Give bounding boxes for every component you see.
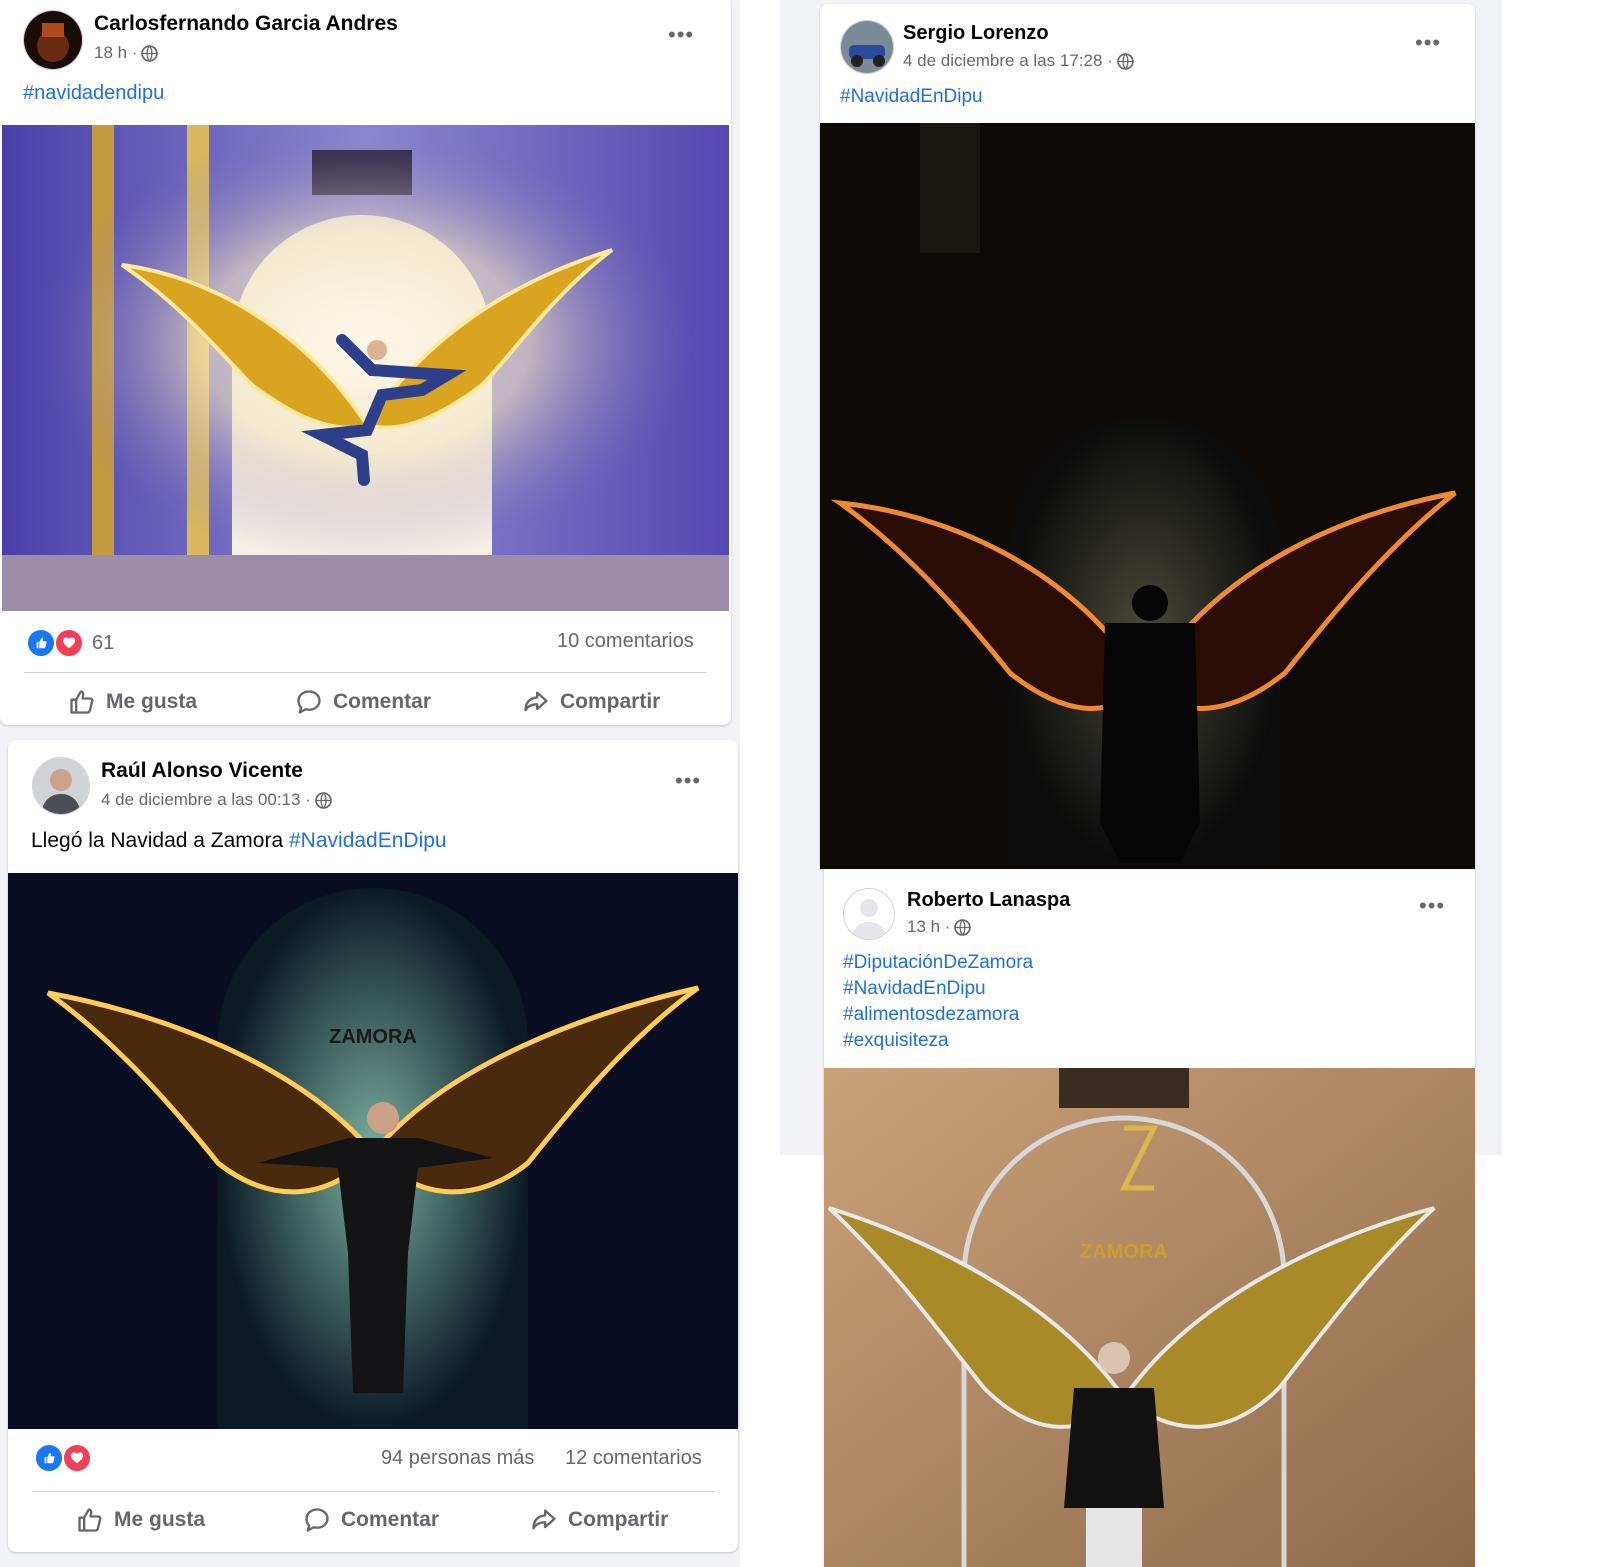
hashtag[interactable]: #navidadendipu [23, 82, 164, 104]
globe-icon [1117, 52, 1134, 70]
like-icon [70, 690, 94, 714]
share-label: Compartir [560, 690, 661, 713]
share-icon [532, 1509, 556, 1530]
like-reaction-icon [26, 628, 56, 658]
angel-wings-photo-blue [2, 125, 729, 611]
post-photo[interactable] [820, 123, 1475, 869]
like-label: Me gusta [106, 690, 198, 713]
reactions-summary[interactable]: 61 [26, 628, 114, 658]
comment-label: Comentar [333, 690, 432, 713]
hashtag[interactable]: #alimentosdezamora [843, 1002, 1033, 1028]
hashtag[interactable]: #exquisiteza [843, 1028, 1033, 1054]
hashtag[interactable]: #NavidadEnDipu [840, 86, 983, 107]
post-card-2: Sergio Lorenzo 4 de diciembre a las 17:2… [820, 4, 1475, 869]
divider [32, 1491, 715, 1492]
angel-wings-photo-daylight: ZAMORA [824, 1068, 1475, 1567]
avatar-image [844, 889, 894, 939]
post-card-3: Raúl Alonso Vicente 4 de diciembre a las… [8, 740, 738, 1552]
share-label: Compartir [568, 1508, 669, 1531]
post-time[interactable]: 18 h · [94, 43, 137, 63]
reaction-count: 61 [92, 631, 115, 654]
post-time[interactable]: 4 de diciembre a las 17:28 · [903, 51, 1113, 71]
globe-icon [141, 44, 159, 62]
like-reaction-icon [34, 1443, 64, 1473]
post-author[interactable]: Sergio Lorenzo [903, 22, 1049, 45]
love-reaction-icon [54, 628, 84, 658]
post-time[interactable]: 13 h · [907, 917, 950, 937]
post-text: Llegó la Navidad a Zamora #NavidadEnDipu [31, 829, 447, 853]
post-text: #NavidadEnDipu [840, 86, 983, 108]
post-time[interactable]: 4 de diciembre a las 00:13 · [101, 790, 311, 810]
comment-icon [305, 1508, 329, 1532]
share-button[interactable]: Compartir [522, 688, 660, 716]
love-reaction-icon [62, 1443, 92, 1473]
post-text: #navidadendipu [23, 82, 164, 105]
svg-text:ZAMORA: ZAMORA [1080, 1241, 1168, 1263]
hashtag[interactable]: #NavidadEnDipu [289, 829, 447, 852]
globe-icon [954, 918, 972, 936]
reactions-summary[interactable] [34, 1443, 92, 1473]
post-author[interactable]: Roberto Lanaspa [907, 889, 1070, 912]
angel-wings-photo-night: ZAMORA [8, 873, 738, 1429]
post-body: Llegó la Navidad a Zamora [31, 829, 284, 852]
avatar[interactable] [840, 20, 894, 74]
post-photo[interactable]: ZAMORA [8, 873, 738, 1429]
like-label: Me gusta [114, 1508, 206, 1531]
like-button[interactable]: Me gusta [76, 1506, 205, 1534]
svg-text:ZAMORA: ZAMORA [329, 1026, 417, 1048]
like-button[interactable]: Me gusta [68, 688, 197, 716]
post-card-1: Carlosfernando Garcia Andres 18 h · ••• … [0, 0, 731, 725]
comment-count[interactable]: 10 comentarios [557, 630, 694, 653]
globe-icon [315, 791, 332, 809]
post-photo[interactable]: ZAMORA [824, 1068, 1475, 1567]
avatar-image [841, 21, 893, 73]
more-options-icon[interactable]: ••• [1419, 893, 1445, 919]
post-timestamp[interactable]: 13 h · [907, 917, 972, 937]
comment-count[interactable]: 12 comentarios [565, 1447, 702, 1470]
post-timestamp[interactable]: 4 de diciembre a las 17:28 · [903, 51, 1134, 71]
more-options-icon[interactable]: ••• [1415, 30, 1441, 56]
avatar[interactable] [23, 10, 83, 70]
avatar[interactable] [843, 888, 895, 940]
comment-button[interactable]: Comentar [303, 1506, 439, 1534]
post-timestamp[interactable]: 4 de diciembre a las 00:13 · [101, 790, 332, 810]
reaction-others[interactable]: 94 personas más [381, 1447, 534, 1470]
avatar[interactable] [32, 757, 90, 815]
comment-button[interactable]: Comentar [295, 688, 431, 716]
comment-label: Comentar [341, 1508, 440, 1531]
comment-icon [297, 690, 321, 714]
angel-wings-photo-dark [820, 123, 1475, 869]
share-icon [524, 691, 548, 712]
post-timestamp[interactable]: 18 h · [94, 43, 159, 63]
more-options-icon[interactable]: ••• [675, 768, 701, 794]
hashtag-list: #DiputaciónDeZamora #NavidadEnDipu #alim… [843, 950, 1033, 1054]
like-icon [78, 1508, 102, 1532]
post-card-4: Roberto Lanaspa 13 h · ••• #DiputaciónDe… [824, 869, 1475, 1567]
post-photo[interactable] [2, 125, 729, 611]
post-author[interactable]: Carlosfernando Garcia Andres [94, 12, 398, 36]
avatar-image [24, 11, 82, 69]
avatar-image [33, 758, 89, 814]
share-button[interactable]: Compartir [530, 1506, 668, 1534]
hashtag[interactable]: #NavidadEnDipu [843, 976, 1033, 1002]
divider [24, 672, 707, 673]
post-author[interactable]: Raúl Alonso Vicente [101, 759, 303, 783]
hashtag[interactable]: #DiputaciónDeZamora [843, 950, 1033, 976]
more-options-icon[interactable]: ••• [668, 22, 694, 48]
